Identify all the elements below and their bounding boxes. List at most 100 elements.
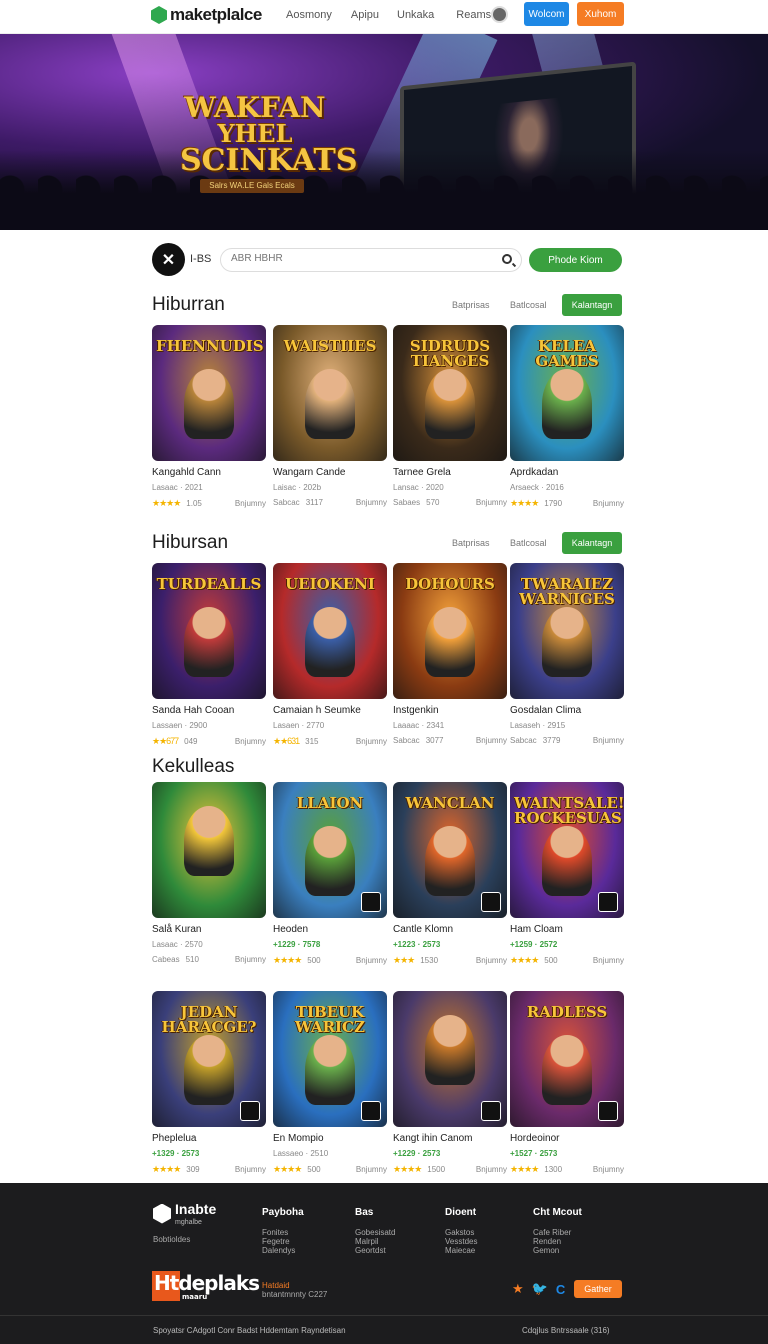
product-card[interactable]: UEIOKENI Camaian h Seumke Lasaen · 2770 ★★6… [273, 563, 387, 747]
nav-orange-button[interactable]: Xuhom [577, 2, 624, 26]
product-name[interactable]: Tarnee Grela [393, 467, 507, 478]
circle-c-icon[interactable]: C [556, 1282, 565, 1297]
product-name[interactable]: Kangt ihin Canom [393, 1133, 507, 1144]
product-thumbnail[interactable]: FHENNUDIS [152, 325, 266, 461]
product-thumbnail[interactable]: WAINTSALE! ROCKESUAS [510, 782, 624, 918]
footer-link[interactable]: Vesstdes [445, 1237, 477, 1246]
search-icon[interactable] [502, 254, 512, 264]
footer-logo[interactable]: Inabte mghalbe [153, 1201, 216, 1226]
hero-banner[interactable]: WAKFAN YHEL SCINKATS Salrs WA.LE Gals Ec… [0, 34, 768, 230]
product-card[interactable]: Salå Kuran Lasaac · 2570 Cabeas 510 Bnjumny [152, 782, 266, 964]
nav-link-2[interactable]: Apipu [351, 9, 379, 21]
sort-link[interactable]: Batprisas [452, 300, 510, 310]
product-thumbnail[interactable]: WAISTIIES [273, 325, 387, 461]
product-thumbnail[interactable]: TWARAIEZ WARNIGES [510, 563, 624, 699]
product-card[interactable]: RADLESS Hordeoinor +1527 · 2573 ★★★★ 1300 Bnj… [510, 991, 624, 1175]
search-row: ✕ I-BS Phode Kiom [152, 243, 624, 277]
product-thumbnail[interactable]: KELEA GAMES [510, 325, 624, 461]
product-card[interactable]: LLAION Heoden +1229 · 7578 ★★★★ 500 Bnjumny [273, 782, 387, 966]
section-action-button[interactable]: Kalantagn [562, 294, 622, 316]
star-icon[interactable]: ★ [512, 1281, 524, 1297]
product-thumbnail[interactable]: WANCLAN [393, 782, 507, 918]
rating-stars: ★★631 [273, 736, 300, 746]
footer-link[interactable]: Gakstos [445, 1228, 477, 1237]
product-name[interactable]: Pheplelua [152, 1133, 266, 1144]
nav-link-4[interactable]: Reams [456, 9, 491, 21]
product-card[interactable]: DOHOURS Instgenkin Laaaac · 2341 Sabcac 3077… [393, 563, 507, 745]
search-box[interactable] [220, 248, 522, 272]
product-card[interactable]: Kangt ihin Canom +1229 · 2573 ★★★★ 1500 Bnju… [393, 991, 507, 1175]
product-card[interactable]: WANCLAN Cantle Klomn +1223 · 2573 ★★★ 1530 Bn… [393, 782, 507, 966]
product-thumbnail[interactable]: LLAION [273, 782, 387, 918]
nav-link-1[interactable]: Aosmony [286, 9, 332, 21]
product-thumbnail[interactable]: TIBEUK WARICZ [273, 991, 387, 1127]
product-thumbnail[interactable]: RADLESS [510, 991, 624, 1127]
rating-stars: ★★★★ [510, 1164, 539, 1174]
footer-link[interactable]: Geortdst [355, 1246, 395, 1255]
product-meta: Sabcac 3117 Bnjumny [273, 498, 387, 507]
product-card[interactable]: FHENNUDIS Kangahld Cann Lasaac · 2021 ★★★★ 1… [152, 325, 266, 509]
section-action-button[interactable]: Kalantagn [562, 532, 622, 554]
product-name[interactable]: Heoden [273, 924, 387, 935]
product-card[interactable]: WAISTIIES Wangarn Cande Laisac · 202b Sabca… [273, 325, 387, 507]
product-card[interactable]: TWARAIEZ WARNIGES Gosdalan Clima Lasaseh ·… [510, 563, 624, 745]
product-card[interactable]: SIDRUDS TIANGES Tarnee Grela Lansac · 2020… [393, 325, 507, 507]
product-thumbnail[interactable] [393, 991, 507, 1127]
footer: Inabte mghalbe Bobtioldes Payboha Fonite… [0, 1183, 768, 1344]
footer-link[interactable]: Malrpil [355, 1237, 395, 1246]
logo[interactable]: maketplalce [151, 5, 262, 25]
product-thumbnail[interactable]: UEIOKENI [273, 563, 387, 699]
product-thumbnail[interactable]: SIDRUDS TIANGES [393, 325, 507, 461]
product-name[interactable]: Gosdalan Clima [510, 705, 624, 716]
product-name[interactable]: Cantle Klomn [393, 924, 507, 935]
sort-link[interactable]: Batprisas [452, 538, 510, 548]
tools-icon[interactable]: ✕ [152, 243, 185, 276]
footer-link[interactable]: Fegetre [262, 1237, 304, 1246]
footer-link[interactable]: Gemon [533, 1246, 582, 1255]
footer-link[interactable]: Fonites [262, 1228, 304, 1237]
product-name[interactable]: Aprdkadan [510, 467, 624, 478]
footer-link[interactable]: Cafe Riber [533, 1228, 582, 1237]
product-meta: ★★★★ 1500 Bnjumny [393, 1164, 507, 1175]
footer-col-heading: Cht Mcout [533, 1207, 582, 1218]
product-name[interactable]: Sanda Hah Cooan [152, 705, 266, 716]
product-name[interactable]: En Mompio [273, 1133, 387, 1144]
character-figure [542, 369, 592, 439]
product-name[interactable]: Salå Kuran [152, 924, 266, 935]
rating-count: 3779 [542, 736, 561, 745]
product-card[interactable]: WAINTSALE! ROCKESUAS Ham Cloam +1259 · 257… [510, 782, 624, 966]
product-name[interactable]: Kangahld Cann [152, 467, 266, 478]
product-card[interactable]: TURDEALLS Sanda Hah Cooan Lassaen · 2900 ★★… [152, 563, 266, 747]
product-thumbnail[interactable]: JEDAN HARACGE? [152, 991, 266, 1127]
product-name[interactable]: Wangarn Cande [273, 467, 387, 478]
nav-blue-button[interactable]: Wolcom [524, 2, 569, 26]
filter-link[interactable]: Batlcosal [510, 538, 562, 548]
footer-button[interactable]: Gather [574, 1280, 622, 1298]
product-meta: Cabeas 510 Bnjumny [152, 955, 266, 964]
footer-link[interactable]: Maiecae [445, 1246, 477, 1255]
product-name[interactable]: Camaian h Seumke [273, 705, 387, 716]
nav-link-3[interactable]: Unkaka [397, 9, 434, 21]
product-name[interactable]: Hordeoinor [510, 1133, 624, 1144]
search-button[interactable]: Phode Kiom [529, 248, 622, 272]
product-name[interactable]: Instgenkin [393, 705, 507, 716]
product-thumbnail[interactable] [152, 782, 266, 918]
rating-count: 049 [184, 737, 198, 746]
footer-link[interactable]: Dalendys [262, 1246, 304, 1255]
product-name[interactable]: Ham Cloam [510, 924, 624, 935]
product-card[interactable]: TIBEUK WARICZ En Mompio Lassaeo · 2510 ★★★★… [273, 991, 387, 1175]
product-thumbnail[interactable]: DOHOURS [393, 563, 507, 699]
avatar[interactable] [491, 6, 508, 23]
product-card[interactable]: KELEA GAMES Aprdkadan Arsaeck · 2016 ★★★★ 17… [510, 325, 624, 509]
footer-link[interactable]: Renden [533, 1237, 582, 1246]
product-thumbnail[interactable]: TURDEALLS [152, 563, 266, 699]
product-meta: ★★★★ 1300 Bnjumny [510, 1164, 624, 1175]
search-input[interactable] [231, 253, 491, 264]
thumbnail-title-art: UEIOKENI [285, 575, 375, 593]
twitter-icon[interactable]: 🐦 [532, 1281, 548, 1297]
hex-logo-icon [153, 1203, 171, 1224]
product-card[interactable]: JEDAN HARACGE? Pheplelua +1329 · 2573 ★★★★ 3… [152, 991, 266, 1175]
rating-group: ★★★★ 309 [152, 1164, 200, 1175]
filter-link[interactable]: Batlcosal [510, 300, 562, 310]
footer-link[interactable]: Gobesisatd [355, 1228, 395, 1237]
